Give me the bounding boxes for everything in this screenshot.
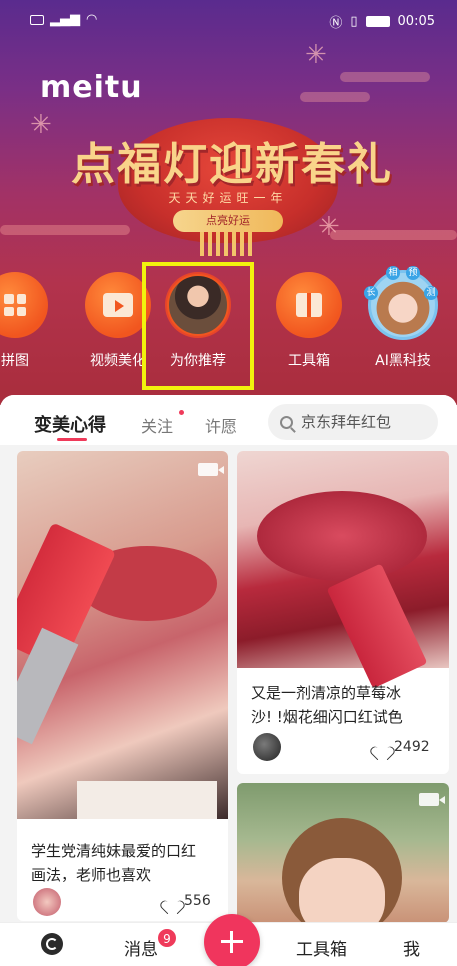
ai-badge-char: 相 — [386, 266, 400, 280]
lipstick-shape — [326, 563, 428, 689]
nav-messages[interactable]: 消息 — [124, 935, 158, 960]
card-image — [237, 783, 449, 923]
message-badge: 9 — [157, 928, 177, 948]
feed-tabs: 变美心得 关注 许愿 — [0, 395, 457, 445]
ai-avatar: 相 长 预 测 — [364, 266, 440, 342]
ai-badge-char: 预 — [406, 266, 420, 280]
face-shape — [299, 858, 385, 923]
card-title-line: 学生党清纯妹最爱的口红 — [31, 842, 197, 860]
promo-subtitle: 天天好运旺一年 — [168, 191, 288, 205]
lantern-fringe — [200, 232, 252, 256]
like-count[interactable]: 556 — [165, 893, 211, 909]
card-title: 学生党清纯妹最爱的口红 画法，老师也喜欢 — [31, 839, 196, 887]
avatar[interactable] — [33, 888, 61, 916]
clock: 00:05 — [397, 14, 435, 29]
video-icon — [419, 793, 445, 806]
search-input[interactable] — [301, 413, 431, 431]
signal-icon: ▂▄▆ — [50, 12, 80, 27]
wifi-icon: ◠ — [86, 12, 98, 27]
search-icon — [280, 415, 293, 429]
shortcut-label: 拼图 — [1, 353, 29, 369]
meitu-logo: meitu — [40, 70, 143, 105]
shortcut-collage[interactable]: 拼图 — [0, 272, 60, 370]
create-post-button[interactable] — [204, 914, 260, 966]
card-image — [237, 451, 449, 689]
feed-card[interactable] — [237, 783, 449, 923]
video-icon — [198, 463, 224, 476]
nfc-icon: Ⓝ — [329, 16, 343, 31]
cloud-decoration — [300, 92, 370, 102]
lips-shape — [257, 491, 427, 581]
tab-follow[interactable]: 关注 — [141, 413, 173, 437]
nav-me[interactable]: 我 — [403, 935, 420, 960]
like-number: 556 — [184, 893, 211, 909]
collage-icon — [0, 272, 48, 338]
firework-icon: ✳ — [305, 40, 327, 70]
cloud-decoration — [340, 72, 430, 82]
search-bar[interactable] — [268, 404, 438, 440]
card-title-line: 画法，老师也喜欢 — [31, 866, 152, 884]
avatar — [368, 270, 438, 340]
heart-icon — [375, 741, 389, 754]
shirt-shape — [77, 781, 217, 819]
tab-beauty-tips[interactable]: 变美心得 — [34, 411, 106, 437]
promo-cta-button[interactable]: 点亮好运 — [173, 210, 283, 232]
new-dot — [179, 410, 184, 415]
active-tab-indicator — [57, 438, 87, 441]
heart-icon — [165, 895, 179, 908]
feed-panel: 变美心得 关注 许愿 学生党清纯妹最爱的口红 画法，老师也喜欢 556 — [0, 395, 457, 966]
vibrate-icon: ▯ — [350, 14, 358, 29]
card-title-line: 沙! !烟花细闪口红试色 — [251, 708, 403, 726]
shortcut-label: 工具箱 — [288, 353, 330, 369]
ai-badge-char: 测 — [424, 286, 438, 300]
shortcut-label: AI黑科技 — [375, 353, 431, 369]
card-title: 又是一剂清凉的草莓冰 沙! !烟花细闪口红试色 — [251, 681, 403, 729]
like-number: 2492 — [394, 739, 430, 755]
card-title-line: 又是一剂清凉的草莓冰 — [251, 684, 402, 702]
refresh-icon[interactable] — [41, 933, 63, 955]
hd-icon — [30, 14, 44, 25]
status-bar: ▂▄▆ ◠ Ⓝ ▯ 00:05 — [0, 0, 457, 40]
promo-title: 点福灯迎新春礼 — [71, 139, 393, 190]
tab-wish[interactable]: 许愿 — [205, 413, 237, 437]
highlight-box — [142, 262, 254, 390]
feed-card[interactable]: 又是一剂清凉的草莓冰 沙! !烟花细闪口红试色 2492 — [237, 451, 449, 774]
firework-icon: ✳ — [30, 110, 52, 140]
shortcut-ai[interactable]: 相 长 预 测 AI黑科技 — [358, 266, 448, 370]
card-image — [17, 451, 228, 819]
feed-card[interactable]: 学生党清纯妹最爱的口红 画法，老师也喜欢 556 — [17, 451, 228, 921]
toolbox-icon — [276, 272, 342, 338]
like-count[interactable]: 2492 — [375, 739, 430, 755]
shortcut-toolbox[interactable]: 工具箱 — [264, 272, 354, 370]
battery-icon — [365, 16, 390, 27]
cloud-decoration — [0, 225, 130, 235]
avatar[interactable] — [253, 733, 281, 761]
cloud-decoration — [330, 230, 457, 240]
ai-badge-char: 长 — [364, 286, 378, 300]
nav-toolbox[interactable]: 工具箱 — [296, 935, 347, 960]
